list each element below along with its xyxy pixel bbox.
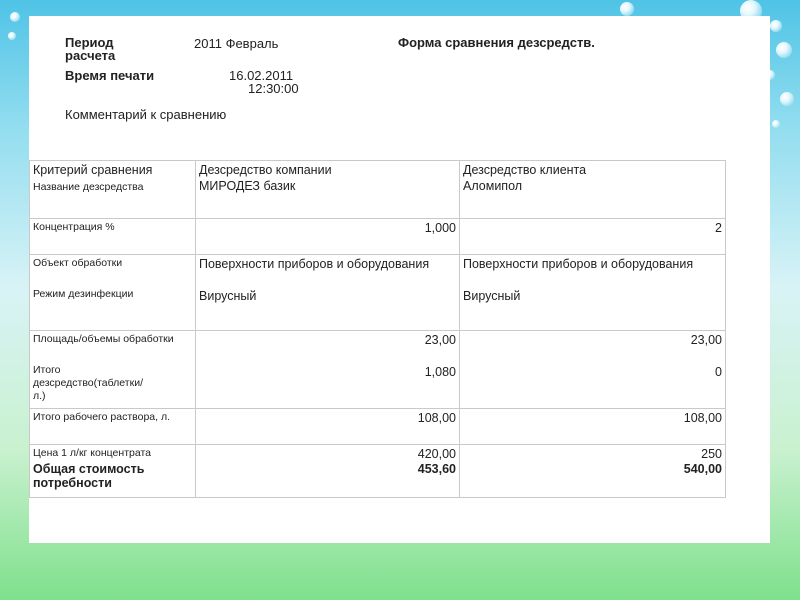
company-area-value: 23,00 <box>424 333 456 347</box>
table-cell: Цена 1 л/кг концентрата Общая стоимость … <box>29 444 196 498</box>
row-label-mode: Режим дезинфекции <box>33 288 134 300</box>
print-time: 12:30:00 <box>248 81 299 96</box>
column-header-criterion: Критерий сравнения <box>33 163 153 177</box>
form-title: Форма сравнения дезсредств. <box>398 35 595 50</box>
table-cell: Поверхности приборов и оборудования Виру… <box>195 254 460 331</box>
table-cell: 420,00 453,60 <box>195 444 460 498</box>
company-name-value: МИРОДЕЗ базик <box>199 179 296 193</box>
column-header-company: Дезсредство компании <box>199 163 332 177</box>
client-concentration-value: 2 <box>459 218 726 255</box>
period-label: Период расчета <box>65 35 116 63</box>
period-value: 2011 Февраль <box>194 36 279 51</box>
row-label-total-cost: Общая стоимость потребности <box>33 462 145 490</box>
row-label-price: Цена 1 л/кг концентрата <box>33 447 151 459</box>
row-label-object: Объект обработки <box>33 257 123 269</box>
table-row: Концентрация % 1,000 2 <box>29 218 726 255</box>
client-price-value: 250 <box>701 447 722 461</box>
table-cell: 23,00 1,080 <box>195 330 460 409</box>
table-cell: 23,00 0 <box>459 330 726 409</box>
table-cell: Поверхности приборов и оборудования Виру… <box>459 254 726 331</box>
client-total-solution-value: 108,00 <box>459 408 726 445</box>
client-total-cost-value: 540,00 <box>683 462 722 476</box>
row-label-concentration: Концентрация % <box>29 218 196 255</box>
table-cell: Дезсредство компании МИРОДЕЗ базик <box>195 160 460 219</box>
table-row: Итого рабочего раствора, л. 108,00 108,0… <box>29 408 726 445</box>
company-total-disinfectant-value: 1,080 <box>424 365 456 379</box>
company-total-cost-value: 453,60 <box>417 462 456 476</box>
table-cell: Объект обработки Режим дезинфекции <box>29 254 196 331</box>
table-row: Критерий сравнения Название дезсредства … <box>29 160 726 219</box>
table-row: Площадь/объемы обработки Итого дезсредст… <box>29 330 726 409</box>
comment-label: Комментарий к сравнению <box>65 107 227 122</box>
table-cell: 250 540,00 <box>459 444 726 498</box>
row-label-total-solution: Итого рабочего раствора, л. <box>29 408 196 445</box>
row-label-area: Площадь/объемы обработки <box>33 333 174 345</box>
table-cell: Критерий сравнения Название дезсредства <box>29 160 196 219</box>
table-row: Цена 1 л/кг концентрата Общая стоимость … <box>29 444 726 498</box>
report-page: Период расчета 2011 Февраль Форма сравне… <box>29 16 770 543</box>
table-row: Объект обработки Режим дезинфекции Повер… <box>29 254 726 331</box>
client-name-value: Аломипол <box>463 179 523 193</box>
client-object-value: Поверхности приборов и оборудования <box>463 257 694 271</box>
client-total-disinfectant-value: 0 <box>715 365 722 379</box>
print-time-label: Время печати <box>65 68 155 83</box>
row-label-total-disinfectant: Итого дезсредство(таблетки/л.) <box>33 364 143 402</box>
column-header-client: Дезсредство клиента <box>463 163 587 177</box>
company-price-value: 420,00 <box>417 447 456 461</box>
row-label-name: Название дезсредства <box>33 181 144 193</box>
table-cell: Площадь/объемы обработки Итого дезсредст… <box>29 330 196 409</box>
company-total-solution-value: 108,00 <box>195 408 460 445</box>
company-concentration-value: 1,000 <box>195 218 460 255</box>
table-cell: Дезсредство клиента Аломипол <box>459 160 726 219</box>
client-mode-value: Вирусный <box>463 289 521 303</box>
comparison-table: Критерий сравнения Название дезсредства … <box>29 160 726 498</box>
company-mode-value: Вирусный <box>199 289 257 303</box>
company-object-value: Поверхности приборов и оборудования <box>199 257 430 271</box>
client-area-value: 23,00 <box>690 333 722 347</box>
